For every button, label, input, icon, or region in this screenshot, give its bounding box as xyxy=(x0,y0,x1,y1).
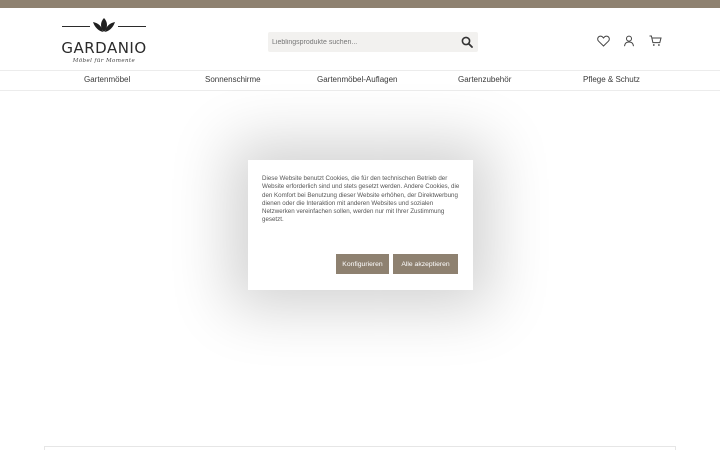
leaf-logo-icon xyxy=(93,18,115,32)
header-actions xyxy=(596,34,662,50)
search-bar xyxy=(268,32,478,52)
top-accent-bar xyxy=(0,0,720,8)
nav-item-gartenmoebel-auflagen[interactable]: Gartenmöbel-Auflagen xyxy=(317,75,398,84)
accept-all-cookies-button[interactable]: Alle akzeptieren xyxy=(393,254,458,274)
heart-icon[interactable] xyxy=(596,34,610,48)
brand-tagline: Möbel für Momente xyxy=(72,58,136,64)
nav-item-gartenzubehoer[interactable]: Gartenzubehör xyxy=(458,75,511,84)
logo-line-right xyxy=(118,26,146,27)
brand-logo[interactable]: GARDANIO Möbel für Momente xyxy=(58,16,150,66)
nav-item-gartenmoebel[interactable]: Gartenmöbel xyxy=(84,75,130,84)
content-container-edge xyxy=(44,446,676,450)
logo-line-left xyxy=(62,26,90,27)
nav-item-pflege-schutz[interactable]: Pflege & Schutz xyxy=(583,75,640,84)
user-icon[interactable] xyxy=(622,34,636,48)
brand-wordmark: GARDANIO xyxy=(61,39,147,57)
search-icon[interactable] xyxy=(460,35,474,49)
site-header: GARDANIO Möbel für Momente xyxy=(0,8,720,70)
cookie-notice-text: Diese Website benutzt Cookies, die für d… xyxy=(262,175,460,224)
search-input[interactable] xyxy=(268,32,453,52)
nav-item-sonnenschirme[interactable]: Sonnenschirme xyxy=(205,75,261,84)
configure-cookies-button[interactable]: Konfigurieren xyxy=(336,254,389,274)
cookie-consent-dialog: Diese Website benutzt Cookies, die für d… xyxy=(248,160,473,290)
cart-icon[interactable] xyxy=(648,34,662,48)
main-navigation: Gartenmöbel Sonnenschirme Gartenmöbel-Au… xyxy=(0,70,720,91)
